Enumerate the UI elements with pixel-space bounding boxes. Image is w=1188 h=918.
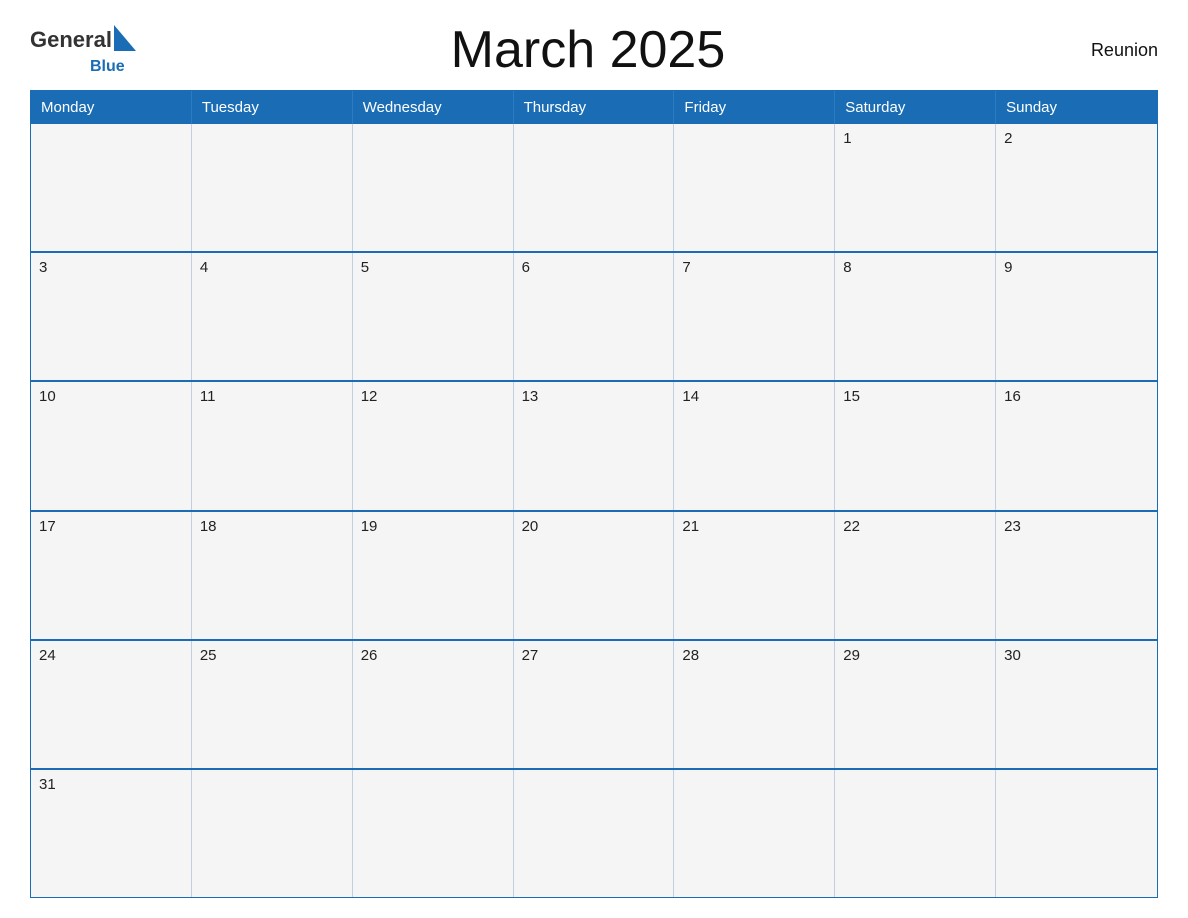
day-cell-1: 1 (835, 124, 996, 251)
day-cell-2: 2 (996, 124, 1157, 251)
day-cell (192, 770, 353, 897)
week-row-5: 24 25 26 27 28 29 30 (31, 639, 1157, 768)
logo-blue-text: Blue (90, 58, 125, 76)
day-cell-25: 25 (192, 641, 353, 768)
region-label: Reunion (1038, 40, 1158, 61)
day-cell-13: 13 (514, 382, 675, 509)
week-row-3: 10 11 12 13 14 15 16 (31, 380, 1157, 509)
day-cell-16: 16 (996, 382, 1157, 509)
day-cell-14: 14 (674, 382, 835, 509)
day-cell (674, 124, 835, 251)
day-cell-4: 4 (192, 253, 353, 380)
day-cell (514, 124, 675, 251)
day-cell (31, 124, 192, 251)
day-cell-17: 17 (31, 512, 192, 639)
month-title: March 2025 (138, 20, 1038, 80)
week-row-1: 1 2 (31, 124, 1157, 251)
day-cell-21: 21 (674, 512, 835, 639)
day-cell-9: 9 (996, 253, 1157, 380)
day-cell-22: 22 (835, 512, 996, 639)
day-cell-6: 6 (514, 253, 675, 380)
day-cell-15: 15 (835, 382, 996, 509)
day-cell-30: 30 (996, 641, 1157, 768)
day-cell-19: 19 (353, 512, 514, 639)
day-cell-26: 26 (353, 641, 514, 768)
logo-general-text: General (30, 27, 112, 53)
day-cell (996, 770, 1157, 897)
day-cell-3: 3 (31, 253, 192, 380)
logo-top-row: General (30, 25, 138, 56)
day-cell-27: 27 (514, 641, 675, 768)
day-headers-row: Monday Tuesday Wednesday Thursday Friday… (31, 91, 1157, 124)
logo-bottom-row: Blue (90, 58, 125, 76)
logo: General Blue (30, 25, 138, 76)
page: General Blue March 2025 Reunion Monday T… (0, 0, 1188, 918)
day-cell-11: 11 (192, 382, 353, 509)
day-cell (674, 770, 835, 897)
header-friday: Friday (674, 91, 835, 124)
day-cell (835, 770, 996, 897)
header-tuesday: Tuesday (192, 91, 353, 124)
header-monday: Monday (31, 91, 192, 124)
day-cell (353, 124, 514, 251)
day-cell-18: 18 (192, 512, 353, 639)
day-cell-8: 8 (835, 253, 996, 380)
day-cell (192, 124, 353, 251)
day-cell-12: 12 (353, 382, 514, 509)
day-cell (353, 770, 514, 897)
calendar: Monday Tuesday Wednesday Thursday Friday… (30, 90, 1158, 898)
logo-triangle-icon (114, 25, 136, 56)
day-cell-29: 29 (835, 641, 996, 768)
header-thursday: Thursday (514, 91, 675, 124)
day-cell (514, 770, 675, 897)
header-wednesday: Wednesday (353, 91, 514, 124)
day-cell-28: 28 (674, 641, 835, 768)
day-cell-5: 5 (353, 253, 514, 380)
day-cell-20: 20 (514, 512, 675, 639)
weeks-container: 1 2 3 4 5 6 7 8 9 10 11 12 13 14 15 (31, 124, 1157, 897)
day-cell-31: 31 (31, 770, 192, 897)
day-cell-7: 7 (674, 253, 835, 380)
week-row-6: 31 (31, 768, 1157, 897)
week-row-4: 17 18 19 20 21 22 23 (31, 510, 1157, 639)
day-cell-23: 23 (996, 512, 1157, 639)
header: General Blue March 2025 Reunion (30, 20, 1158, 80)
header-saturday: Saturday (835, 91, 996, 124)
header-sunday: Sunday (996, 91, 1157, 124)
week-row-2: 3 4 5 6 7 8 9 (31, 251, 1157, 380)
day-cell-10: 10 (31, 382, 192, 509)
day-cell-24: 24 (31, 641, 192, 768)
